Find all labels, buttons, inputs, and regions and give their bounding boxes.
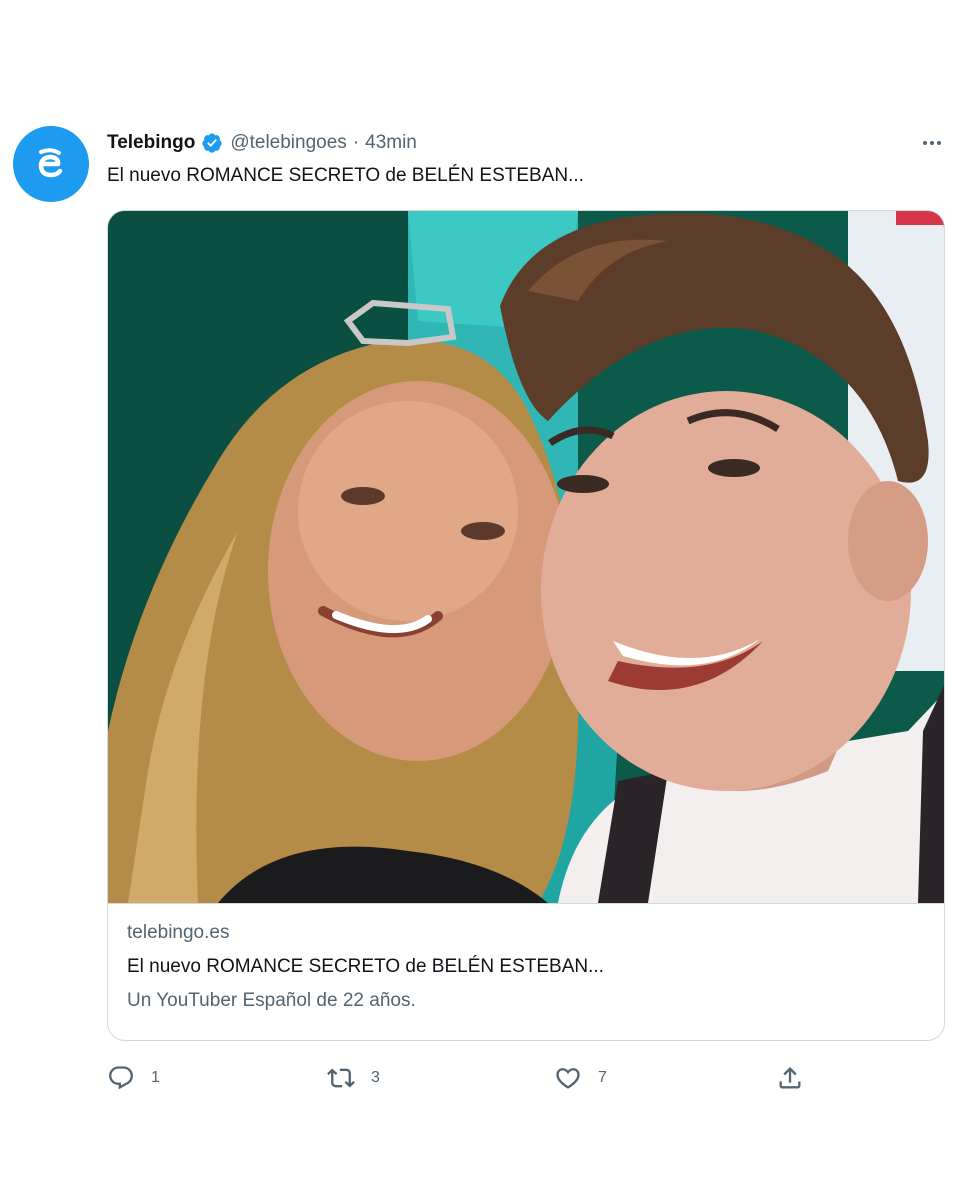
card-info: telebingo.es El nuevo ROMANCE SECRETO de… [108, 903, 944, 1040]
verified-badge-icon [201, 132, 223, 154]
share-icon [779, 1067, 801, 1089]
like-button[interactable]: 7 [554, 1062, 607, 1094]
link-card[interactable]: telebingo.es El nuevo ROMANCE SECRETO de… [107, 210, 945, 1041]
reply-button[interactable]: 1 [107, 1062, 160, 1094]
heart-icon [556, 1068, 580, 1089]
reply-count: 1 [151, 1069, 160, 1086]
tweet-header: Telebingo @telebingoes · 43min [107, 130, 417, 156]
card-image[interactable] [108, 211, 944, 903]
timestamp[interactable]: 43min [365, 132, 417, 154]
display-name[interactable]: Telebingo [107, 132, 195, 154]
retweet-count: 3 [371, 1069, 380, 1086]
selfie-photo [108, 211, 944, 903]
card-description: Un YouTuber Español de 22 años. [127, 990, 416, 1011]
retweet-button[interactable]: 3 [327, 1062, 380, 1094]
card-domain: telebingo.es [127, 922, 230, 943]
handle[interactable]: @telebingoes [230, 132, 346, 154]
tweet: Telebingo @telebingoes · 43min El nuevo … [0, 0, 960, 1200]
telebingo-logo-icon [38, 148, 63, 178]
more-dots-icon [923, 141, 941, 145]
card-title: El nuevo ROMANCE SECRETO de BELÉN ESTEBA… [127, 956, 604, 977]
action-bar: 1 3 7 [107, 1062, 827, 1094]
share-button[interactable] [776, 1062, 804, 1094]
more-options-button[interactable] [916, 131, 948, 155]
reply-icon [109, 1066, 133, 1090]
separator-dot: · [352, 132, 360, 153]
like-count: 7 [598, 1069, 607, 1086]
retweet-icon [327, 1068, 355, 1088]
tweet-text: El nuevo ROMANCE SECRETO de BELÉN ESTEBA… [107, 165, 584, 186]
avatar[interactable] [13, 126, 89, 202]
